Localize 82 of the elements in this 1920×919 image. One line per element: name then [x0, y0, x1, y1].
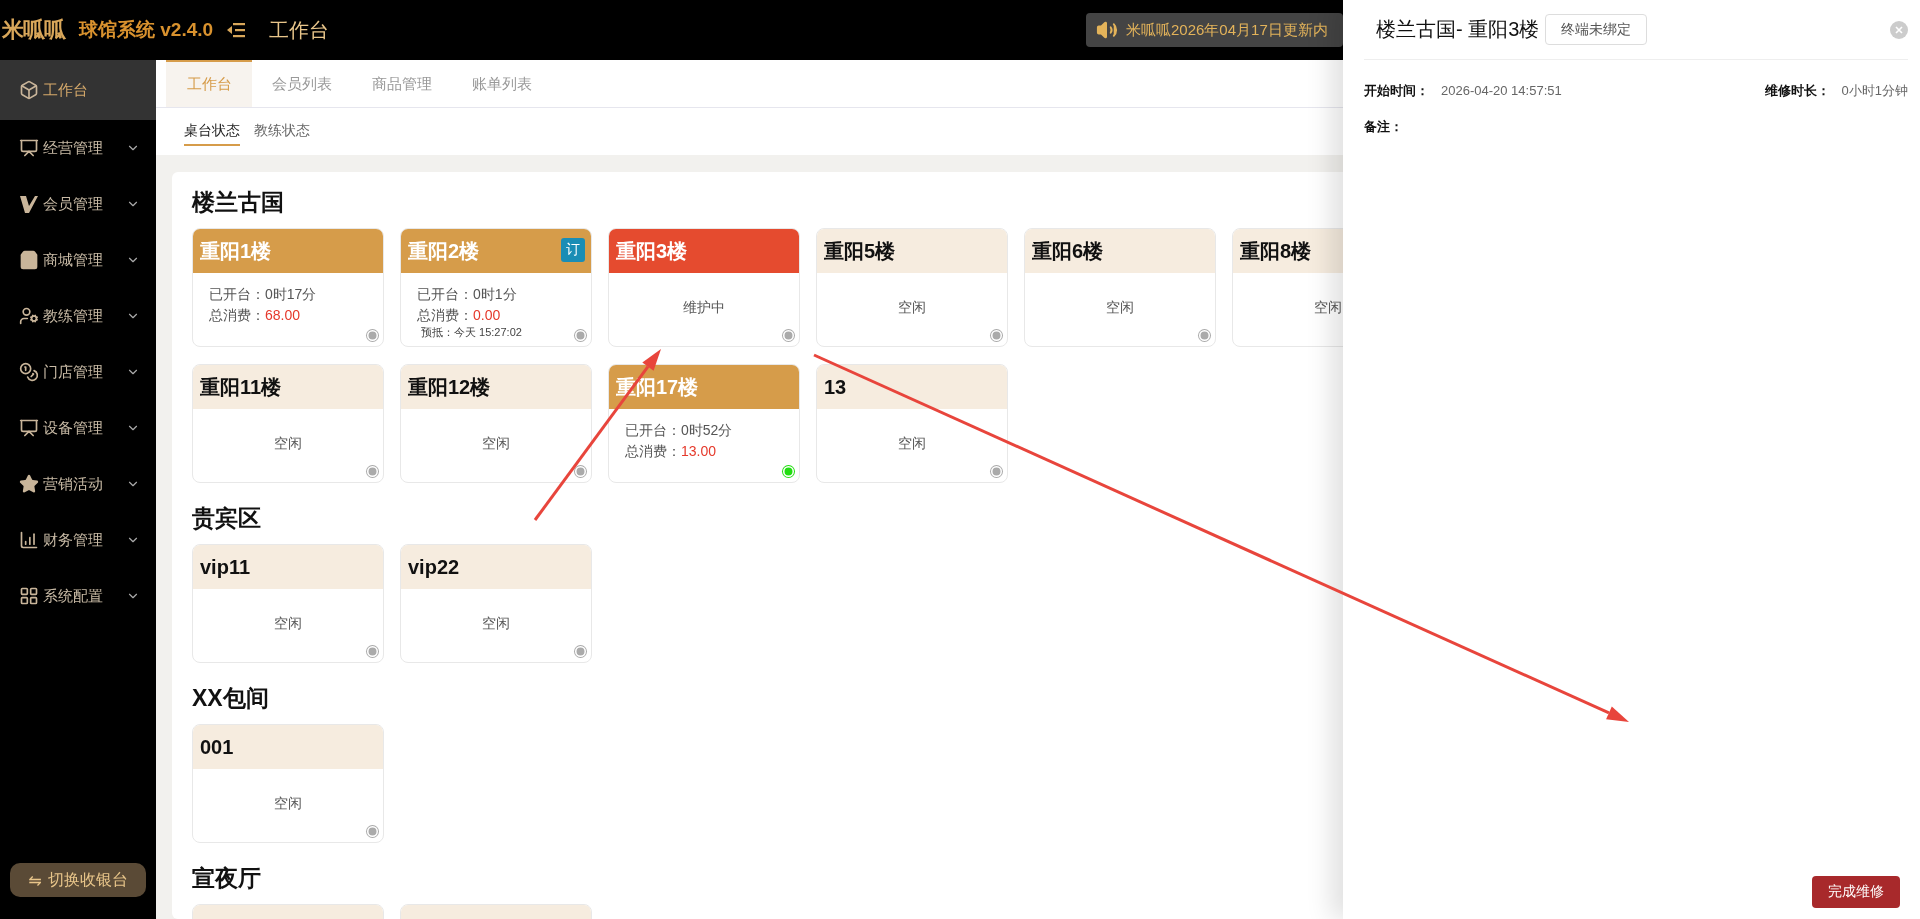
terminal-tag[interactable]: 终端未绑定 — [1545, 14, 1648, 45]
table-card[interactable]: 重阳6楼 空闲 — [1024, 228, 1216, 347]
reservation-badge: 订 — [561, 238, 585, 262]
table-name: 001 — [200, 735, 234, 759]
table-status: 空闲 — [482, 434, 510, 453]
info-line: 总消费：0.00 — [417, 306, 502, 325]
switch-cashier-button[interactable]: ⇋ 切换收银台 — [10, 863, 146, 897]
sub-tab[interactable]: 桌台状态 — [184, 117, 240, 146]
detail-field: 开始时间： 2026-04-20 14:57:51 — [1364, 82, 1562, 100]
table-card[interactable]: 重阳12楼 空闲 — [400, 364, 592, 483]
table-name: vip22 — [408, 555, 460, 579]
notice-text: 米呱呱2026年04月17日更新内 — [1126, 20, 1328, 40]
info-line: 已开台：0时1分 — [417, 285, 518, 304]
table-card[interactable]: vip22 空闲 — [400, 544, 592, 663]
v-icon — [19, 194, 39, 214]
section-title: 楼兰古国 — [192, 188, 284, 217]
table-name: 重阳1楼 — [200, 238, 272, 264]
table-status: 空闲 — [898, 434, 926, 453]
table-card[interactable]: vip11 空闲 — [192, 544, 384, 663]
reservation-time: 预抵：今天 15:27:02 — [421, 326, 523, 339]
table-status: 空闲 — [898, 298, 926, 317]
star-icon — [19, 474, 39, 494]
table-card[interactable]: 重阳2楼 订 已开台：0时1分 总消费：0.00 预抵：今天 15:27:02 — [400, 228, 592, 347]
sidebar-item[interactable]: 经营管理 — [0, 120, 156, 176]
speaker-icon — [1096, 19, 1118, 41]
table-status: 维护中 — [683, 298, 725, 317]
sidebar-item[interactable]: 财务管理 — [0, 512, 156, 568]
table-name: 重阳6楼 — [1032, 238, 1104, 264]
table-name: 重阳8楼 — [1240, 238, 1312, 264]
finish-repair-button[interactable]: 完成维修 — [1812, 876, 1900, 908]
table-card[interactable]: 重阳11楼 空闲 — [192, 364, 384, 483]
table-card[interactable]: 13 空闲 — [816, 364, 1008, 483]
coins-icon — [19, 362, 39, 382]
info-line: 总消费：13.00 — [625, 442, 718, 461]
easel-icon — [19, 418, 39, 438]
table-status: 空闲 — [274, 794, 302, 813]
bar-chart-icon — [19, 530, 39, 550]
table-name: 重阳12楼 — [408, 374, 491, 400]
info-line: 总消费：68.00 — [209, 306, 302, 325]
table-name: 重阳11楼 — [200, 374, 282, 400]
table-card[interactable]: 重阳5楼 空闲 — [816, 228, 1008, 347]
detail-field: 维修时长： 0小时1分钟 — [1764, 82, 1908, 100]
remark-label: 备注： — [1364, 118, 1404, 136]
table-name: 重阳5楼 — [824, 238, 896, 264]
easel-icon — [19, 138, 39, 158]
table-name: vip11 — [200, 555, 251, 579]
table-card[interactable]: 001 空闲 — [192, 724, 384, 843]
table-name: 重阳2楼 — [408, 238, 480, 264]
sidebar-item[interactable]: 工作台 — [0, 60, 156, 120]
sidebar-item[interactable]: 商城管理 — [0, 232, 156, 288]
table-card[interactable]: 重阳3楼 维护中 — [608, 228, 800, 347]
sidebar-item[interactable]: 营销活动 — [0, 456, 156, 512]
table-status: 空闲 — [482, 614, 510, 633]
section-title: XX包间 — [192, 684, 269, 713]
logo: 米呱呱 — [1, 16, 65, 44]
table-name: 13 — [824, 375, 847, 399]
close-button[interactable] — [1890, 20, 1908, 39]
section-title: 贵宾区 — [192, 504, 261, 533]
table-status: 空闲 — [274, 434, 302, 453]
user-gear-icon — [19, 306, 39, 326]
table-name: 重阳3楼 — [616, 238, 688, 264]
table-status: 空闲 — [1106, 298, 1134, 317]
info-line: 已开台：0时52分 — [625, 421, 734, 440]
menu-fold-icon[interactable] — [227, 22, 246, 38]
table-card[interactable]: 重阳1楼 已开台：0时17分 总消费：68.00 — [192, 228, 384, 347]
table-status: 空闲 — [1314, 298, 1342, 317]
notice-bar[interactable]: 米呱呱2026年04月17日更新内 — [1086, 13, 1343, 47]
info-line: 已开台：0时17分 — [209, 285, 318, 304]
sidebar-item[interactable]: 系统配置 — [0, 568, 156, 624]
table-status: 空闲 — [274, 614, 302, 633]
sidebar-item[interactable]: 会员管理 — [0, 176, 156, 232]
section-title: 宣夜厅 — [192, 864, 261, 893]
box-icon — [19, 80, 39, 100]
page-title: 工作台 — [269, 17, 330, 43]
app-name: 球馆系统 v2.4.0 — [79, 18, 214, 42]
sidebar-item[interactable]: 教练管理 — [0, 288, 156, 344]
sidebar-item[interactable]: 设备管理 — [0, 400, 156, 456]
sub-tab[interactable]: 教练状态 — [254, 117, 310, 146]
close-icon — [1894, 24, 1904, 35]
grid-icon — [19, 586, 39, 606]
drawer-title: 楼兰古国- 重阳3楼 — [1376, 17, 1540, 42]
sidebar-item[interactable]: 门店管理 — [0, 344, 156, 400]
